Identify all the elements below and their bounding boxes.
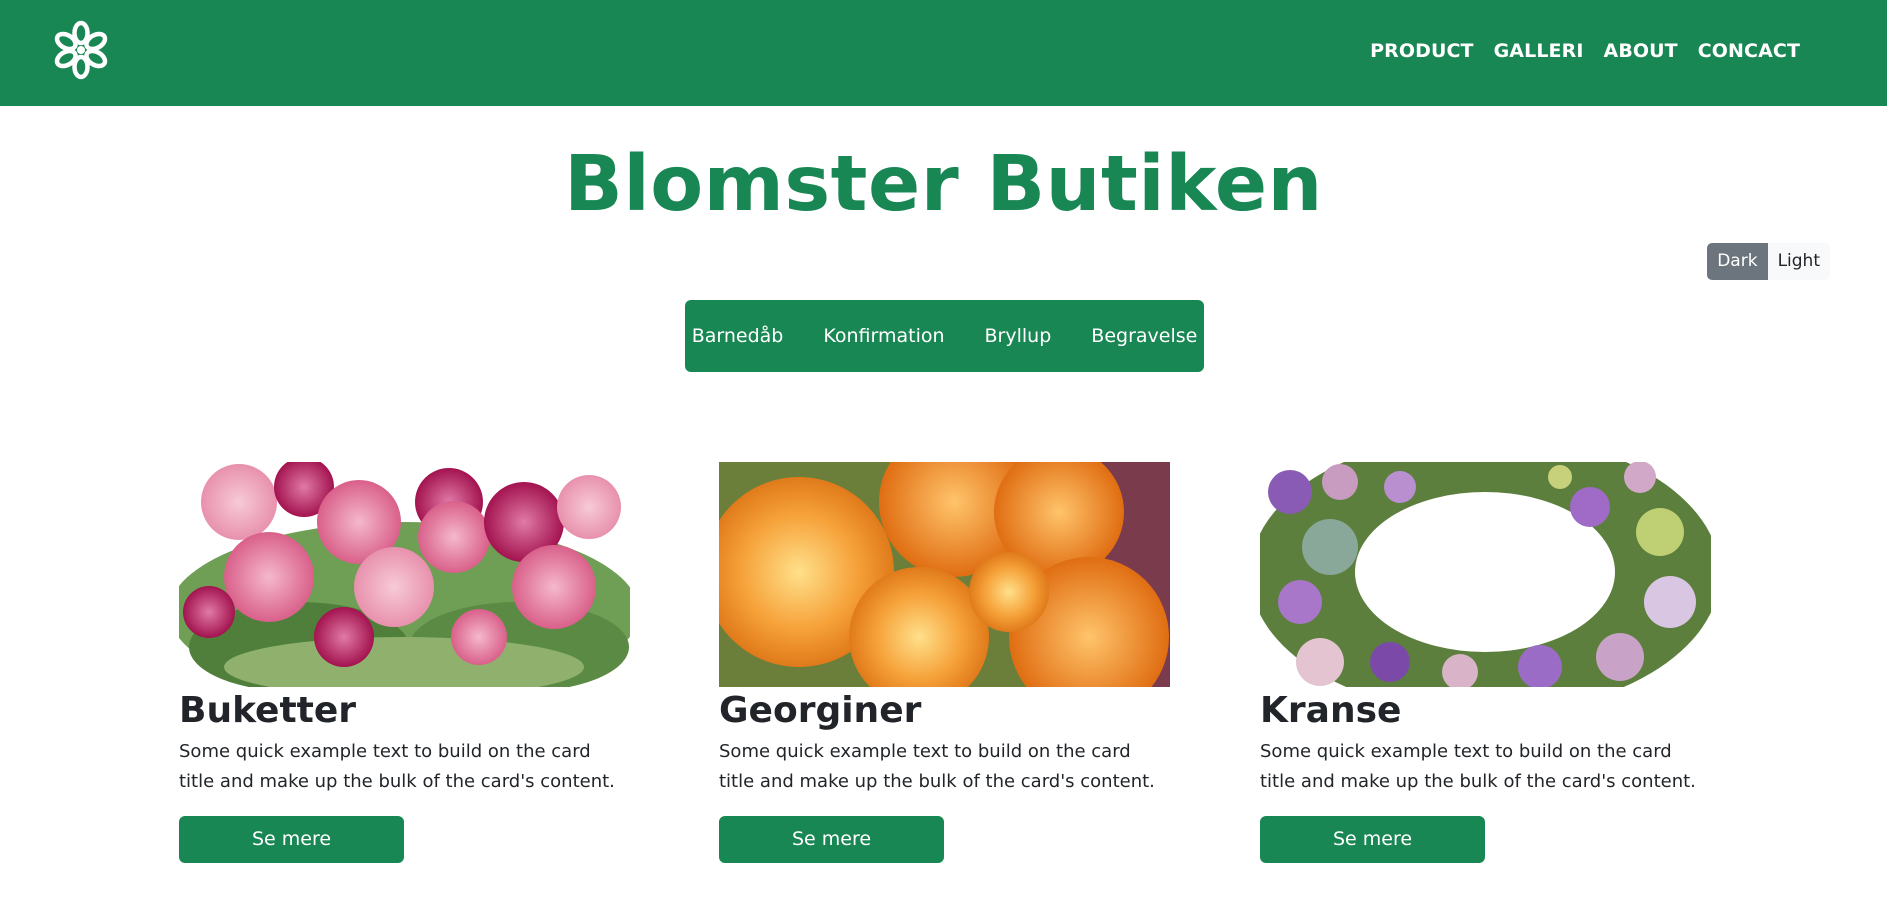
category-barnedab[interactable]: Barnedåb: [672, 325, 804, 347]
nav-link-contact[interactable]: CONCACT: [1698, 40, 1800, 62]
nav-links: PRODUCT GALLERI ABOUT CONCACT: [1370, 40, 1800, 62]
product-card-georginer: Georginer Some quick example text to bui…: [719, 462, 1170, 863]
card-title: Buketter: [179, 690, 357, 731]
se-mere-button[interactable]: Se mere: [719, 815, 944, 863]
flower-icon[interactable]: [52, 20, 110, 80]
card-text: Some quick example text to build on the …: [719, 740, 1155, 792]
nav-link-about[interactable]: ABOUT: [1604, 40, 1678, 62]
category-konfirmation[interactable]: Konfirmation: [803, 325, 964, 347]
pink-rose-bouquet-photo: [179, 462, 630, 687]
orange-dahlia-photo: [719, 462, 1170, 687]
card-text: Some quick example text to build on the …: [1260, 740, 1696, 792]
theme-toggle: Dark Light: [1707, 243, 1830, 280]
navbar: PRODUCT GALLERI ABOUT CONCACT: [0, 0, 1887, 106]
product-card-kranse: Kranse Some quick example text to build …: [1260, 462, 1711, 863]
category-begravelse[interactable]: Begravelse: [1071, 325, 1217, 347]
dark-mode-button[interactable]: Dark: [1707, 243, 1768, 280]
card-title: Georginer: [719, 690, 922, 731]
nav-link-product[interactable]: PRODUCT: [1370, 40, 1474, 62]
nav-link-galleri[interactable]: GALLERI: [1494, 40, 1584, 62]
purple-flower-wreath-photo: [1260, 462, 1711, 687]
category-bryllup[interactable]: Bryllup: [965, 325, 1072, 347]
product-card-buketter: Buketter Some quick example text to buil…: [179, 462, 630, 863]
category-bar: Barnedåb Konfirmation Bryllup Begravelse: [685, 300, 1204, 372]
card-title: Kranse: [1260, 690, 1402, 731]
card-text: Some quick example text to build on the …: [179, 740, 615, 792]
page-title: Blomster Butiken: [564, 140, 1323, 229]
se-mere-button[interactable]: Se mere: [179, 815, 404, 863]
se-mere-button[interactable]: Se mere: [1260, 815, 1485, 863]
light-mode-button[interactable]: Light: [1767, 243, 1830, 280]
